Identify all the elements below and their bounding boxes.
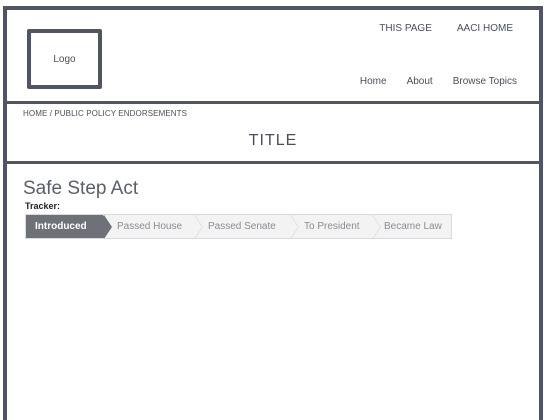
step-label: Introduced — [35, 221, 87, 232]
nav-aaci-home[interactable]: AACI HOME — [457, 23, 513, 34]
step-became-law[interactable]: Became Law — [372, 215, 451, 238]
page-title: TITLE — [248, 132, 298, 149]
main-nav: Home About Browse Topics — [360, 76, 517, 87]
header-divider — [7, 101, 539, 104]
logo-text: Logo — [53, 53, 76, 65]
tracker-label: Tracker: — [25, 201, 61, 211]
logo[interactable]: Logo — [27, 29, 102, 89]
nav-browse-topics[interactable]: Browse Topics — [453, 76, 517, 87]
nav-home[interactable]: Home — [360, 76, 387, 87]
nav-about[interactable]: About — [407, 76, 433, 87]
title-divider — [7, 161, 539, 164]
step-label: Became Law — [384, 221, 442, 232]
step-introduced[interactable]: Introduced — [26, 215, 112, 238]
page-frame: Logo THIS PAGE AACI HOME Home About Brow… — [3, 6, 543, 420]
step-label: Passed Senate — [208, 221, 276, 232]
utility-nav: THIS PAGE AACI HOME — [379, 23, 513, 34]
site-header: Logo THIS PAGE AACI HOME Home About Brow… — [7, 10, 539, 102]
breadcrumb[interactable]: HOME / PUBLIC POLICY ENDORSEMENTS — [23, 109, 187, 118]
act-title: Safe Step Act — [23, 178, 139, 199]
progress-tracker: Introduced Passed House Passed Senate To… — [25, 214, 452, 239]
step-passed-house[interactable]: Passed House — [103, 215, 203, 238]
step-label: To President — [304, 221, 360, 232]
step-label: Passed House — [117, 221, 183, 232]
step-to-president[interactable]: To President — [290, 215, 381, 238]
nav-this-page[interactable]: THIS PAGE — [379, 23, 432, 34]
step-passed-senate[interactable]: Passed Senate — [194, 215, 299, 238]
